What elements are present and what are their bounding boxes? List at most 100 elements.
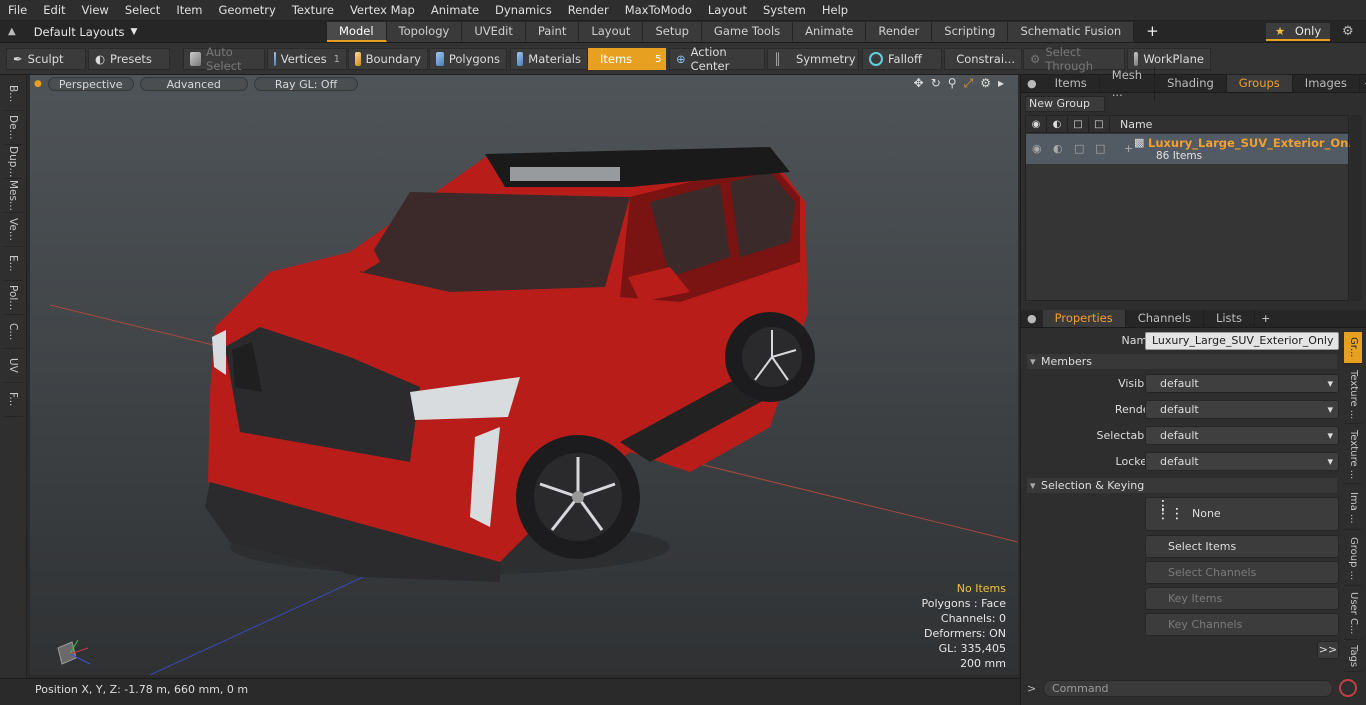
left-tab-1[interactable]: De... — [3, 111, 23, 145]
row-select-icon[interactable]: □ — [1074, 142, 1084, 155]
menu-item[interactable]: Item — [168, 0, 210, 21]
add-lower-tab-icon[interactable]: + — [1255, 312, 1276, 325]
presets-button[interactable]: ◐ Presets — [88, 48, 170, 70]
gear-icon[interactable]: ⚙ — [1342, 24, 1354, 39]
menu-help[interactable]: Help — [814, 0, 856, 21]
left-tab-9[interactable]: F... — [3, 383, 23, 417]
only-toggle[interactable]: ★ Only — [1266, 23, 1330, 41]
menu-view[interactable]: View — [74, 0, 117, 21]
select-channels-button[interactable]: Select Channels — [1145, 561, 1339, 584]
lock-icon[interactable]: □ — [1089, 115, 1110, 133]
menu-vertex-map[interactable]: Vertex Map — [342, 0, 423, 21]
menu-dynamics[interactable]: Dynamics — [487, 0, 560, 21]
selectable-dropdown[interactable]: default — [1145, 426, 1339, 445]
add-panel-tab-icon[interactable]: + — [1360, 77, 1366, 90]
materials-button[interactable]: Materials — [510, 48, 588, 70]
zoom-view-icon[interactable]: ⚲ — [948, 76, 957, 91]
visible-dropdown[interactable]: default — [1145, 374, 1339, 393]
raygl-button[interactable]: Ray GL: Off — [253, 76, 359, 91]
name-column-header[interactable]: Name — [1120, 118, 1152, 131]
left-tab-6[interactable]: Pol... — [3, 281, 23, 315]
row-render-icon[interactable]: ◐ — [1053, 142, 1063, 155]
expand-plus-icon[interactable]: + — [1124, 142, 1133, 155]
left-tab-3[interactable]: Mes... — [3, 179, 23, 213]
tab-render[interactable]: Render — [866, 22, 933, 42]
tab-model[interactable]: Model — [327, 22, 387, 42]
viewport-gear-icon[interactable]: ⚙ — [980, 76, 991, 91]
polygons-button[interactable]: Polygons — [429, 48, 507, 70]
rotate-view-icon[interactable]: ↻ — [931, 76, 941, 91]
vtab-group-2[interactable]: Group ... — [1344, 532, 1362, 586]
tab-uvedit[interactable]: UVEdit — [462, 22, 526, 42]
render-dropdown[interactable]: default — [1145, 400, 1339, 419]
menu-select[interactable]: Select — [117, 0, 168, 21]
fit-view-icon[interactable]: ⤢ — [964, 76, 974, 91]
symmetry-button[interactable]: ║ Symmetry — [767, 48, 859, 70]
tab-layout[interactable]: Layout — [579, 22, 644, 42]
auto-select-button[interactable]: Auto Select — [183, 45, 265, 73]
perspective-button[interactable]: Perspective — [47, 76, 134, 91]
menu-render[interactable]: Render — [560, 0, 617, 21]
panel-menu-dot-icon[interactable]: ● — [1021, 77, 1043, 90]
tab-schematic-fusion[interactable]: Schematic Fusion — [1008, 22, 1135, 42]
left-tab-0[interactable]: B... — [3, 77, 23, 111]
vtab-group[interactable]: Gr... — [1344, 332, 1362, 364]
menu-file[interactable]: File — [0, 0, 35, 21]
advanced-button[interactable]: Advanced — [139, 76, 248, 91]
key-items-button[interactable]: Key Items — [1145, 587, 1339, 610]
command-input[interactable]: Command — [1043, 680, 1333, 697]
tab-properties[interactable]: Properties — [1042, 310, 1126, 327]
menu-texture[interactable]: Texture — [284, 0, 342, 21]
boundary-button[interactable]: Boundary — [348, 48, 428, 70]
menu-layout[interactable]: Layout — [700, 0, 755, 21]
selection-keying-section[interactable]: Selection & Keying — [1027, 478, 1337, 493]
command-record-icon[interactable] — [1339, 679, 1357, 697]
add-tab-icon[interactable]: + — [1134, 22, 1171, 42]
tab-shading[interactable]: Shading — [1155, 75, 1227, 92]
tab-topology[interactable]: Topology — [386, 22, 463, 42]
action-center-button[interactable]: ⊕ Action Center — [669, 45, 765, 73]
menu-geometry[interactable]: Geometry — [211, 0, 284, 21]
viewport-menu-dot-icon[interactable]: ● — [34, 79, 42, 89]
items-button[interactable]: Items 5 — [588, 48, 666, 70]
menu-edit[interactable]: Edit — [35, 0, 73, 21]
group-name-field[interactable]: Luxury_Large_SUV_Exterior_Only (88 — [1145, 332, 1339, 350]
row-lock-icon[interactable]: □ — [1095, 142, 1105, 155]
select-cube-icon[interactable]: □ — [1068, 115, 1089, 133]
left-tab-5[interactable]: E... — [3, 247, 23, 281]
viewport-expand-icon[interactable]: ▸ — [998, 76, 1004, 91]
new-group-button[interactable]: New Group — [1025, 96, 1105, 112]
tab-groups[interactable]: Groups — [1226, 75, 1293, 92]
members-section[interactable]: Members — [1027, 354, 1337, 369]
row-eye-icon[interactable]: ◉ — [1032, 142, 1042, 155]
left-tab-8[interactable]: UV — [3, 349, 23, 383]
tab-items[interactable]: Items — [1043, 75, 1100, 92]
tab-paint[interactable]: Paint — [525, 22, 580, 42]
render-icon[interactable]: ◐ — [1047, 115, 1068, 133]
tab-channels[interactable]: Channels — [1126, 310, 1204, 327]
lower-panel-dot-icon[interactable]: ● — [1021, 312, 1043, 325]
groups-scrollbar[interactable] — [1350, 115, 1362, 301]
tab-mesh[interactable]: Mesh ... — [1100, 66, 1156, 101]
vtab-tags[interactable]: Tags — [1344, 642, 1362, 672]
none-button[interactable]: ⋮ ⋮⋮ None — [1145, 497, 1339, 531]
left-tab-4[interactable]: Ve... — [3, 213, 23, 247]
key-channels-button[interactable]: Key Channels — [1145, 613, 1339, 636]
tab-animate[interactable]: Animate — [793, 22, 867, 42]
tab-setup[interactable]: Setup — [643, 22, 702, 42]
more-button[interactable]: >> — [1317, 641, 1339, 659]
eye-icon[interactable]: ◉ — [1026, 115, 1047, 133]
constraints-button[interactable]: Constrai... — [944, 48, 1022, 70]
tab-images[interactable]: Images — [1293, 75, 1360, 92]
menu-maxtomodo[interactable]: MaxToModo — [617, 0, 700, 21]
move-view-icon[interactable]: ✥ — [914, 76, 924, 91]
falloff-button[interactable]: Falloff — [862, 48, 942, 70]
vtab-texture-2[interactable]: Texture ... — [1344, 426, 1362, 484]
vtab-texture-1[interactable]: Texture ... — [1344, 366, 1362, 424]
menu-system[interactable]: System — [755, 0, 814, 21]
menu-animate[interactable]: Animate — [423, 0, 487, 21]
tab-scripting[interactable]: Scripting — [932, 22, 1009, 42]
tab-game-tools[interactable]: Game Tools — [701, 22, 794, 42]
locked-dropdown[interactable]: default — [1145, 452, 1339, 471]
vertices-button[interactable]: Vertices 1 — [267, 48, 347, 70]
